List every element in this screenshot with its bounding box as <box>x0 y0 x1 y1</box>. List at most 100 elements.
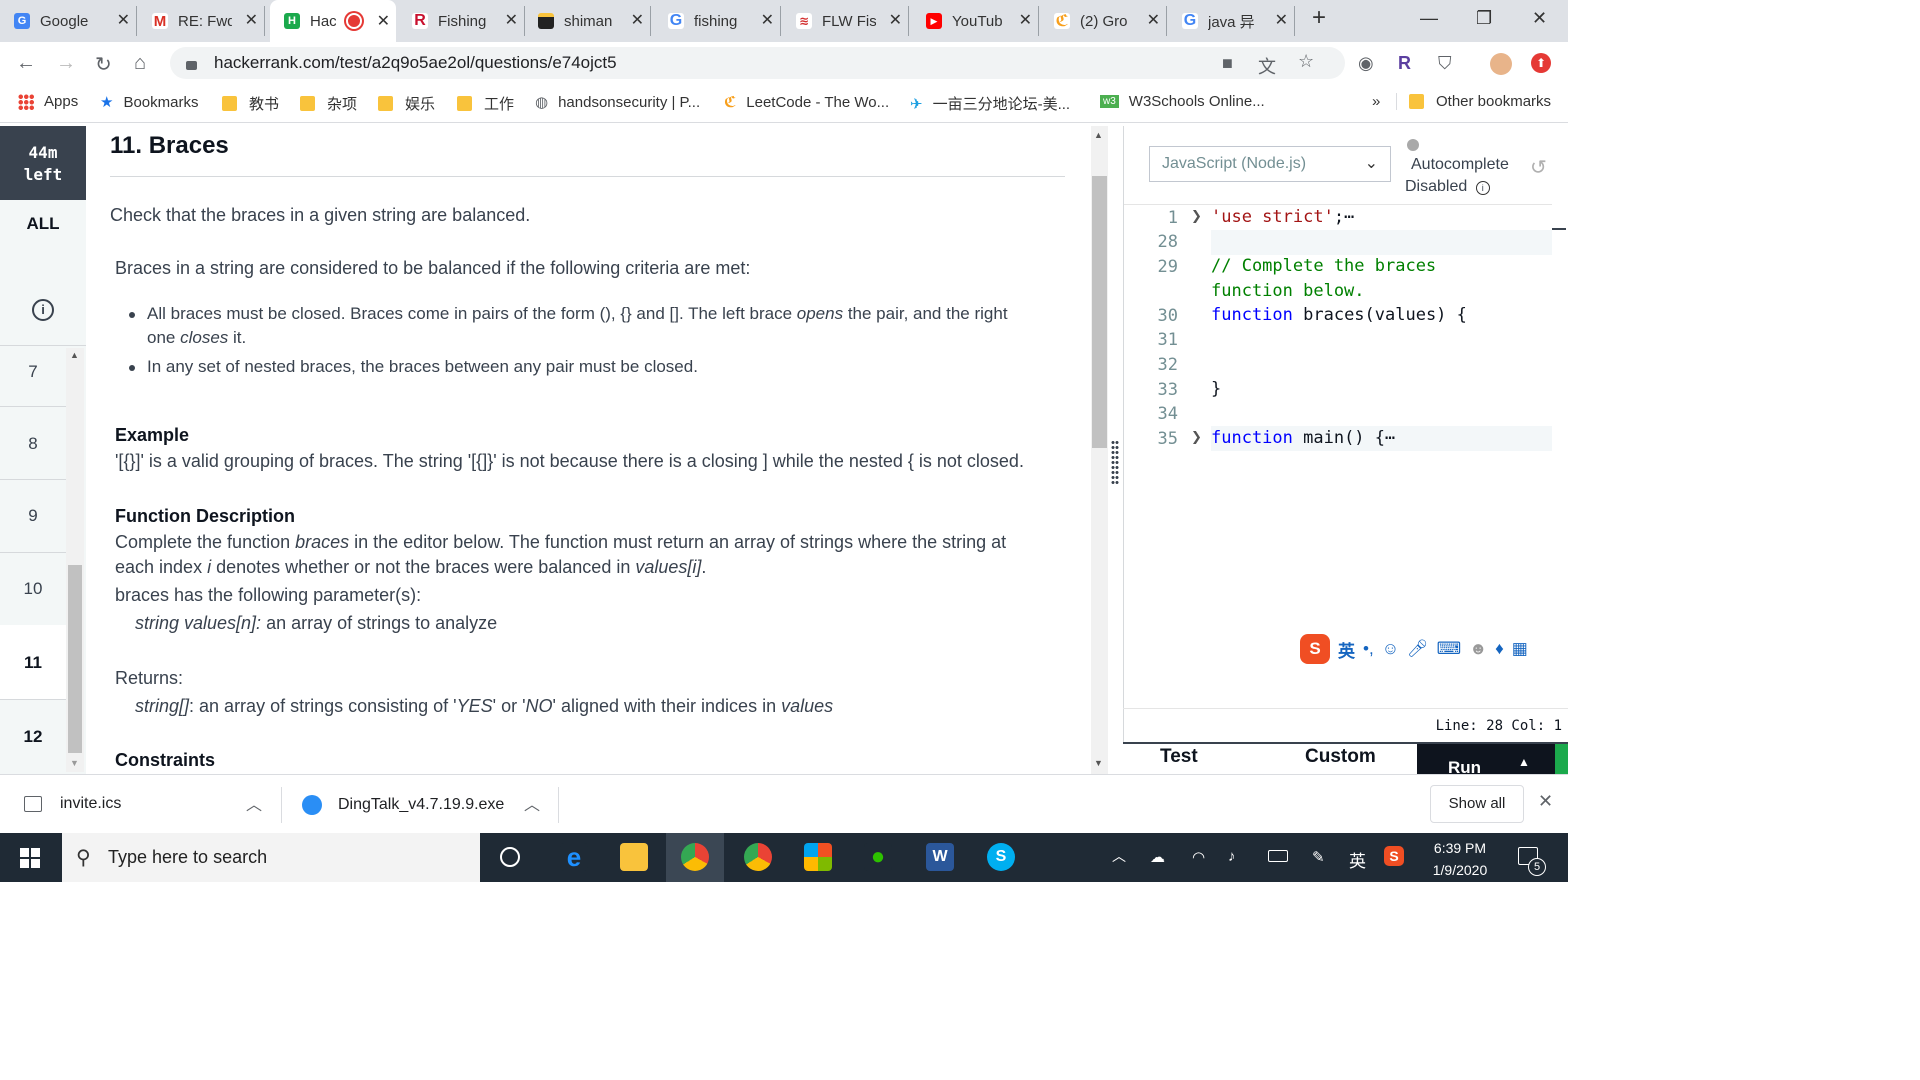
close-tab-icon[interactable]: ✕ <box>1019 10 1032 30</box>
bookmark-apps[interactable]: Apps <box>18 93 78 110</box>
scroll-up-icon[interactable]: ▲ <box>70 350 79 360</box>
word-icon[interactable]: W <box>926 843 954 871</box>
globe-extension-icon[interactable]: ◉ <box>1358 53 1374 74</box>
new-tab-icon[interactable]: + <box>1312 4 1326 32</box>
close-tab-icon[interactable]: ✕ <box>377 11 390 31</box>
punctuation-icon[interactable]: •, <box>1363 639 1374 659</box>
update-icon[interactable]: ⬆ <box>1531 53 1551 73</box>
camera-icon[interactable]: ■ <box>1222 53 1233 74</box>
question-12-button[interactable]: 12 <box>0 727 66 747</box>
rail-scrollbar-thumb[interactable] <box>68 565 82 753</box>
home-icon[interactable]: ⌂ <box>134 52 146 75</box>
windows-start-icon[interactable] <box>20 848 40 868</box>
chevron-up-icon[interactable]: ▲ <box>1518 755 1530 769</box>
close-tab-icon[interactable]: ✕ <box>1275 10 1288 30</box>
scroll-down-icon[interactable]: ▼ <box>70 758 79 768</box>
all-questions-button[interactable]: ALL <box>0 214 86 234</box>
autocomplete-toggle[interactable] <box>1407 139 1419 151</box>
back-icon[interactable]: ← <box>16 52 36 75</box>
volume-icon[interactable]: ♪ <box>1228 848 1236 865</box>
code-line-35[interactable]: function main() {⋯ <box>1211 428 1395 448</box>
ime-language-indicator[interactable]: 英 <box>1349 847 1366 872</box>
other-bookmarks[interactable]: Other bookmarks <box>1396 93 1551 110</box>
chrome-icon[interactable] <box>681 843 709 871</box>
code-line-29[interactable]: // Complete the braces <box>1211 256 1436 276</box>
forward-icon[interactable]: → <box>56 52 76 75</box>
shield-extension-icon[interactable]: ⛉ <box>1438 53 1452 74</box>
language-select[interactable]: JavaScript (Node.js) ⌄ <box>1149 146 1391 182</box>
close-downloads-icon[interactable]: ✕ <box>1538 791 1553 812</box>
microphone-icon[interactable]: 🎤︎ <box>1407 639 1429 659</box>
bookmark-leetcode[interactable]: ℭ LeetCode - The Wo... <box>724 93 889 112</box>
skype-icon[interactable]: S <box>987 843 1015 871</box>
browser-tab-fishing-search[interactable]: G fishing ✕ <box>668 6 781 36</box>
browser-tab-youtube[interactable]: ▶ YouTub ✕ <box>926 6 1039 36</box>
test-tab[interactable]: Test <box>1160 746 1198 768</box>
bookmark-star-icon[interactable]: ☆ <box>1298 51 1314 72</box>
user-icon[interactable]: ☻ <box>1469 639 1487 659</box>
history-icon[interactable]: ↺ <box>1530 155 1547 180</box>
browser-tab-groups[interactable]: ℭ (2) Gro ✕ <box>1054 6 1167 36</box>
store-icon[interactable] <box>804 843 832 871</box>
r-extension-icon[interactable]: R <box>1398 53 1411 74</box>
emoji-icon[interactable]: ☺ <box>1382 639 1399 659</box>
bookmark-folder-2[interactable]: 杂项 <box>300 93 357 114</box>
grid-icon[interactable]: ▦ <box>1512 639 1528 659</box>
battery-icon[interactable] <box>1268 850 1288 862</box>
close-window-icon[interactable]: ✕ <box>1532 8 1547 29</box>
bookmark-1point3acres[interactable]: ✈ 一亩三分地论坛-美... <box>910 93 1070 114</box>
close-tab-icon[interactable]: ✕ <box>889 10 902 30</box>
browser-tab-fishing[interactable]: R Fishing ✕ <box>412 6 525 36</box>
chevron-up-icon[interactable]: ︿ <box>524 791 540 815</box>
cortana-icon[interactable] <box>500 847 520 867</box>
ime-toolbar[interactable]: S 英 •, ☺ 🎤︎ ⌨ ☻ ♦ ▦ <box>1300 632 1552 666</box>
url-bar[interactable]: hackerrank.com/test/a2q9o5ae2ol/question… <box>170 47 1345 79</box>
info-icon[interactable]: i <box>32 299 54 321</box>
tray-overflow-icon[interactable]: ︿ <box>1112 846 1126 866</box>
skin-icon[interactable]: ♦ <box>1495 639 1504 659</box>
reload-icon[interactable]: ↻ <box>95 52 112 77</box>
taskbar-search-box[interactable]: ⚲ Type here to search <box>62 833 480 882</box>
question-9-button[interactable]: 9 <box>0 506 66 526</box>
custom-tab[interactable]: Custom <box>1305 746 1376 768</box>
browser-tab-google-docs[interactable]: G Google ✕ <box>14 6 137 36</box>
close-tab-icon[interactable]: ✕ <box>505 10 518 30</box>
wifi-icon[interactable]: ◠ <box>1192 848 1205 866</box>
taskbar-clock[interactable]: 6:39 PM 1/9/2020 <box>1418 837 1502 881</box>
sogou-tray-icon[interactable]: S <box>1384 846 1404 866</box>
scroll-up-icon[interactable]: ▲ <box>1094 130 1103 140</box>
bookmark-folder-3[interactable]: 娱乐 <box>378 93 435 114</box>
download-item-invite[interactable]: invite.ics ︿ <box>24 795 262 814</box>
close-tab-icon[interactable]: ✕ <box>631 10 644 30</box>
fold-arrow-icon[interactable]: ❯ <box>1191 429 1202 445</box>
restore-window-icon[interactable]: ❐ <box>1476 8 1492 29</box>
code-line-1[interactable]: 'use strict';⋯ <box>1211 207 1354 227</box>
question-11-button[interactable]: 11 <box>0 653 66 673</box>
translate-icon[interactable]: 文 <box>1258 53 1276 79</box>
bookmark-folder-4[interactable]: 工作 <box>457 93 514 114</box>
onedrive-icon[interactable]: ☁ <box>1150 848 1165 866</box>
close-tab-icon[interactable]: ✕ <box>117 10 130 30</box>
edge-icon[interactable]: e <box>560 843 588 871</box>
question-7-button[interactable]: 7 <box>0 362 66 382</box>
wechat-icon[interactable]: ● <box>864 843 892 871</box>
chrome-profile-icon[interactable] <box>744 843 772 871</box>
submit-strip[interactable] <box>1555 744 1568 774</box>
profile-avatar[interactable] <box>1490 53 1512 75</box>
problem-scrollbar-thumb[interactable] <box>1092 176 1107 448</box>
scroll-down-icon[interactable]: ▼ <box>1094 758 1103 768</box>
more-bookmarks-button[interactable]: » <box>1372 93 1380 110</box>
close-tab-icon[interactable]: ✕ <box>1147 10 1160 30</box>
code-line-29-wrap[interactable]: function below. <box>1211 281 1365 301</box>
question-10-button[interactable]: 10 <box>0 579 66 599</box>
run-button[interactable]: Run ▲ <box>1417 744 1555 777</box>
download-item-dingtalk[interactable]: DingTalk_v4.7.19.9.exe ︿ <box>302 795 540 815</box>
browser-tab-java[interactable]: G java 异 ✕ <box>1182 6 1295 36</box>
panel-resize-handle[interactable] <box>1111 440 1119 486</box>
bookmark-bookmarks[interactable]: ★ Bookmarks <box>100 93 198 112</box>
browser-tab-shimano[interactable]: shiman ✕ <box>538 6 651 36</box>
minimize-window-icon[interactable]: — <box>1420 8 1438 29</box>
question-8-button[interactable]: 8 <box>0 434 66 454</box>
keyboard-icon[interactable]: ⌨ <box>1437 639 1462 659</box>
bookmark-w3schools[interactable]: w3 W3Schools Online... <box>1100 93 1265 110</box>
